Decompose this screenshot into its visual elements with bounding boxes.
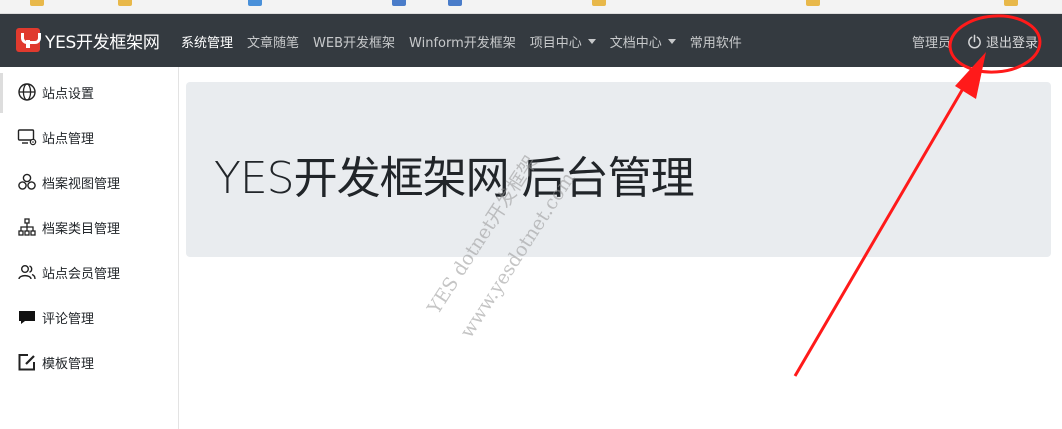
sidebar-item-site-settings[interactable]: 站点设置 [17,81,94,103]
nav-item-web-framework[interactable]: WEB开发框架 [313,32,395,51]
globe-icon [18,83,36,101]
sidebar-item-label: 档案类目管理 [42,221,121,237]
bookmarks-bar [0,0,1062,14]
logout-label: 退出登录 [985,35,1038,51]
main-nav: 系统管理 文章随笔 WEB开发框架 Winform开发框架 项目中心 文档中心 … [181,28,756,54]
comment-icon [19,311,35,324]
hierarchy-icon [18,218,36,236]
welcome-jumbotron: YES开发框架网 后台管理 [186,82,1051,257]
sidebar-item-templates[interactable]: 模板管理 [17,351,94,373]
monitor-gear-icon [17,129,37,146]
nav-item-winform-framework[interactable]: Winform开发框架 [409,32,516,51]
user-nav: 管理员 退出登录 [912,28,1038,54]
nav-item-docs[interactable]: 文档中心 [610,32,676,51]
brand-logo-icon [16,28,41,52]
nav-item-projects[interactable]: 项目中心 [530,32,596,51]
sidebar-item-comments[interactable]: 评论管理 [17,306,94,328]
page-title: YES开发框架网 后台管理 [214,153,695,204]
sidebar-active-indicator [0,73,3,113]
edit-icon [18,354,35,371]
sidebar-item-archive-views[interactable]: 档案视图管理 [17,171,120,193]
sidebar-item-label: 评论管理 [42,311,95,327]
nav-item-software[interactable]: 常用软件 [690,32,742,51]
circles-icon [18,173,36,190]
sidebar: 站点设置 站点管理 档案视图管理 档案类目管理 站点会员管理 评论管理 模板管理 [0,67,179,429]
power-icon [968,34,981,48]
sidebar-item-label: 模板管理 [42,356,95,372]
sidebar-item-members[interactable]: 站点会员管理 [17,261,120,283]
sidebar-item-label: 站点会员管理 [42,266,121,282]
users-icon [18,265,36,280]
sidebar-item-archive-categories[interactable]: 档案类目管理 [17,216,120,238]
nav-item-articles[interactable]: 文章随笔 [247,32,299,51]
top-navbar: YES开发框架网 系统管理 文章随笔 WEB开发框架 Winform开发框架 项… [0,14,1062,67]
logout-button[interactable]: 退出登录 [967,32,1038,51]
sidebar-item-label: 站点管理 [42,131,95,147]
chevron-down-icon [587,38,596,44]
nav-item-system[interactable]: 系统管理 [181,32,233,51]
sidebar-item-site-management[interactable]: 站点管理 [17,126,94,148]
brand-name: YES开发框架网 [45,32,160,53]
user-name[interactable]: 管理员 [912,32,951,51]
sidebar-item-label: 档案视图管理 [42,176,121,192]
brand[interactable]: YES开发框架网 [16,27,160,53]
sidebar-item-label: 站点设置 [42,86,95,102]
chevron-down-icon [667,38,676,44]
